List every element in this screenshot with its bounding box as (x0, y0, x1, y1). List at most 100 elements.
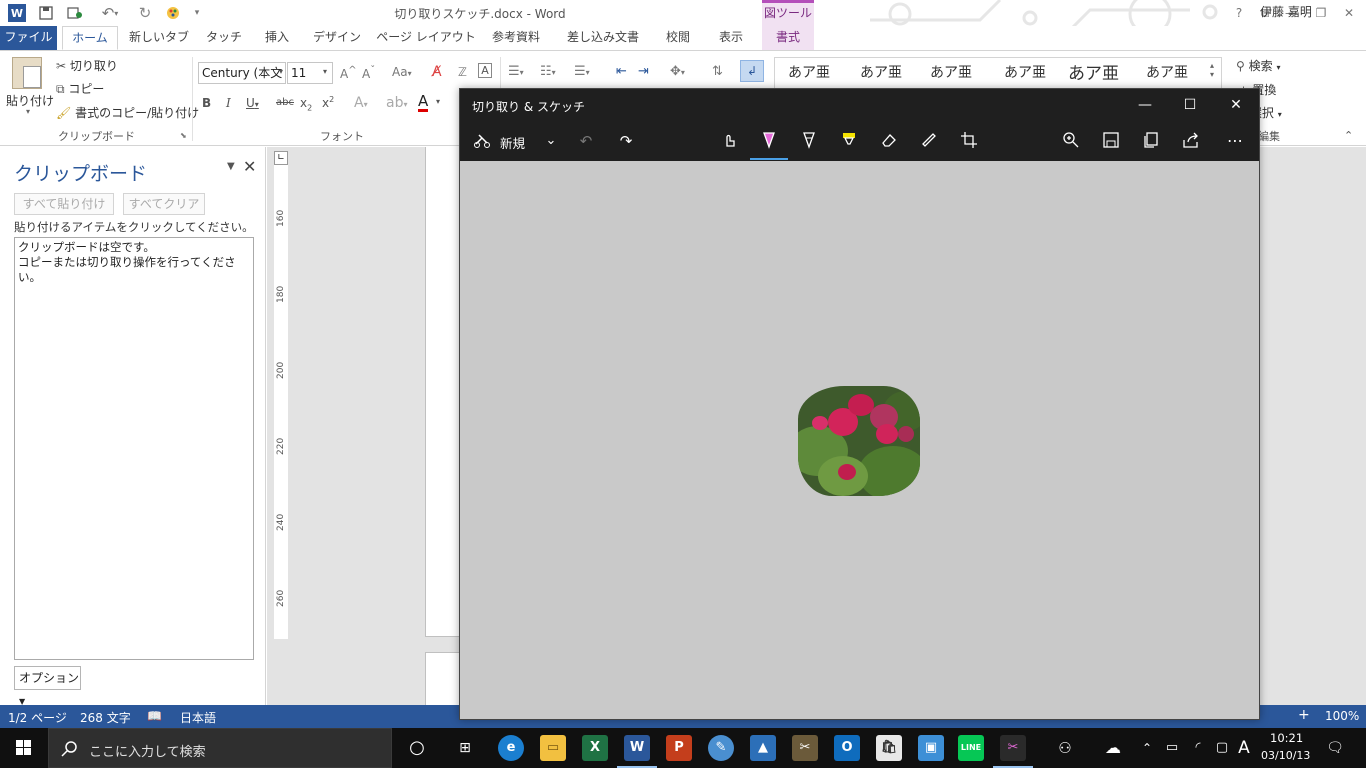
clipboard-launcher-icon[interactable]: ⬊ (180, 131, 187, 140)
multilevel-list-icon[interactable]: ☰▾ (574, 64, 590, 79)
font-color-dropdown-icon[interactable]: ▾ (436, 97, 440, 106)
snip-sketch-icon[interactable]: ✂ (1000, 735, 1026, 761)
tab-review[interactable]: 校閲 (658, 26, 698, 50)
paint-icon[interactable]: ✎ (708, 735, 734, 761)
language[interactable]: 日本語 (180, 709, 216, 726)
sort-icon[interactable]: ⇅ (712, 64, 723, 79)
font-size-dropdown-icon[interactable]: ▾ (323, 67, 327, 76)
phonetic-guide-icon[interactable]: ℤ (458, 65, 467, 79)
snip-minimize-button[interactable]: — (1130, 95, 1160, 115)
zoom-level[interactable]: 100% (1325, 709, 1359, 723)
tab-page-layout[interactable]: ページ レイアウト (376, 26, 476, 50)
style-item[interactable]: あア亜 (788, 62, 830, 82)
ruler-icon[interactable] (916, 129, 942, 153)
new-snip-icon[interactable] (470, 129, 494, 153)
save-icon[interactable] (1098, 129, 1124, 153)
excel-icon[interactable]: X (582, 735, 608, 761)
subscript-button[interactable]: x2 (300, 96, 312, 112)
paste-all-button[interactable]: すべて貼り付け (14, 193, 114, 215)
outlook-icon[interactable]: O (834, 735, 860, 761)
photos-icon[interactable]: ▲ (750, 735, 776, 761)
increase-indent-icon[interactable]: ⇥ (638, 64, 649, 79)
redo-icon[interactable]: ↷ (615, 129, 637, 153)
ballpoint-pen-icon[interactable] (756, 129, 782, 153)
collapse-ribbon-icon[interactable]: ⌃ (1344, 129, 1353, 142)
user-name[interactable]: 伊藤 嘉明 (1260, 3, 1312, 20)
style-item[interactable]: あア亜 (1004, 62, 1046, 82)
zoom-in-icon[interactable]: + (1298, 707, 1310, 723)
undo-icon[interactable]: ↶ (575, 129, 597, 153)
text-effects-icon[interactable]: A▾ (354, 95, 368, 111)
restore-button[interactable]: ❐ (1310, 3, 1332, 23)
page-count[interactable]: 1/2 ページ (8, 709, 67, 726)
change-case-icon[interactable]: Aa▾ (392, 65, 412, 79)
italic-button[interactable]: I (226, 96, 231, 110)
close-pane-icon[interactable]: ✕ (243, 157, 256, 176)
paste-dropdown-icon[interactable]: ▾ (26, 107, 30, 116)
people-icon[interactable]: ⚇ (1052, 735, 1078, 761)
font-name-combo[interactable]: Century (本文 (198, 62, 286, 84)
tab-view[interactable]: 表示 (710, 26, 752, 50)
character-border-icon[interactable]: A (478, 63, 492, 78)
highlighter-icon[interactable] (836, 129, 862, 153)
battery-icon[interactable]: ▭ (1162, 735, 1182, 761)
asian-layout-icon[interactable]: ✥▾ (670, 64, 685, 79)
copy-button[interactable]: ⧉ コピー (56, 80, 104, 97)
volume-icon[interactable]: ▢ (1212, 735, 1232, 761)
format-painter-button[interactable]: 🖌 書式のコピー/貼り付け (56, 104, 199, 121)
powerpoint-icon[interactable]: P (666, 735, 692, 761)
clear-formatting-icon[interactable]: A̸ (432, 64, 442, 80)
tab-selector[interactable]: ∟ (274, 151, 288, 165)
task-view-icon[interactable]: ⊞ (452, 735, 478, 761)
ime-mode[interactable]: A (1234, 735, 1254, 761)
tab-file[interactable]: ファイル (0, 26, 57, 50)
find-button[interactable]: ⚲ 検索 ▾ (1236, 57, 1280, 74)
tab-new[interactable]: 新しいタブ (128, 26, 190, 50)
bold-button[interactable]: B (202, 96, 211, 110)
file-explorer-icon[interactable]: ▭ (540, 735, 566, 761)
tab-mailings[interactable]: 差し込み文書 (560, 26, 646, 50)
start-button[interactable] (0, 728, 48, 768)
zoom-icon[interactable] (1058, 129, 1084, 153)
new-snip-options-chevron-icon[interactable]: ⌄ (540, 129, 562, 153)
style-item[interactable]: あア亜 (1068, 59, 1119, 84)
close-button[interactable]: ✕ (1338, 3, 1360, 23)
strikethrough-button[interactable]: abc (276, 97, 294, 108)
word-count[interactable]: 268 文字 (80, 709, 131, 726)
proofing-icon[interactable]: 📖 (147, 709, 162, 723)
help-icon[interactable]: ? (1228, 3, 1250, 23)
clock-time[interactable]: 10:21 (1270, 731, 1303, 745)
tab-insert[interactable]: 挿入 (256, 26, 298, 50)
snip-close-button[interactable]: ✕ (1221, 95, 1251, 115)
pane-options-icon[interactable]: ▼ (227, 161, 235, 172)
copy-icon[interactable] (1138, 129, 1164, 153)
taskbar-search-box[interactable]: ここに入力して検索 (48, 728, 392, 768)
tab-touch[interactable]: タッチ (202, 26, 246, 50)
options-button[interactable]: オプション ▼ (14, 666, 81, 706)
superscript-button[interactable]: x2 (322, 95, 334, 110)
clear-all-button[interactable]: すべてクリア (123, 193, 205, 215)
tab-design[interactable]: デザイン (308, 26, 366, 50)
clock-date[interactable]: 03/10/13 (1261, 749, 1310, 762)
line-icon[interactable]: LINE (958, 735, 984, 761)
notifications-icon[interactable]: 🗨 (1322, 735, 1348, 761)
shrink-font-icon[interactable]: Aˇ (362, 65, 375, 81)
share-icon[interactable] (1178, 129, 1204, 153)
photo-editor-icon[interactable]: ✂ (792, 735, 818, 761)
more-options-icon[interactable]: ⋯ (1222, 129, 1248, 153)
style-item[interactable]: あア亜 (860, 62, 902, 82)
store-icon[interactable]: 🛍 (876, 735, 902, 761)
eraser-icon[interactable] (876, 129, 902, 153)
underline-button[interactable]: U▾ (246, 96, 259, 110)
show-marks-icon[interactable]: ↲ (740, 60, 764, 82)
edge-icon[interactable]: e (498, 735, 524, 761)
crop-icon[interactable] (956, 129, 982, 153)
cut-button[interactable]: ✂ 切り取り (56, 57, 118, 74)
grow-font-icon[interactable]: A^ (340, 65, 357, 81)
tab-format[interactable]: 書式 (762, 26, 814, 50)
word-icon[interactable]: W (624, 735, 650, 761)
bullets-icon[interactable]: ☰▾ (508, 64, 524, 79)
wifi-icon[interactable]: ◜ (1188, 735, 1208, 761)
style-item[interactable]: あア亜 (1146, 62, 1188, 82)
touch-writing-icon[interactable] (716, 129, 742, 153)
